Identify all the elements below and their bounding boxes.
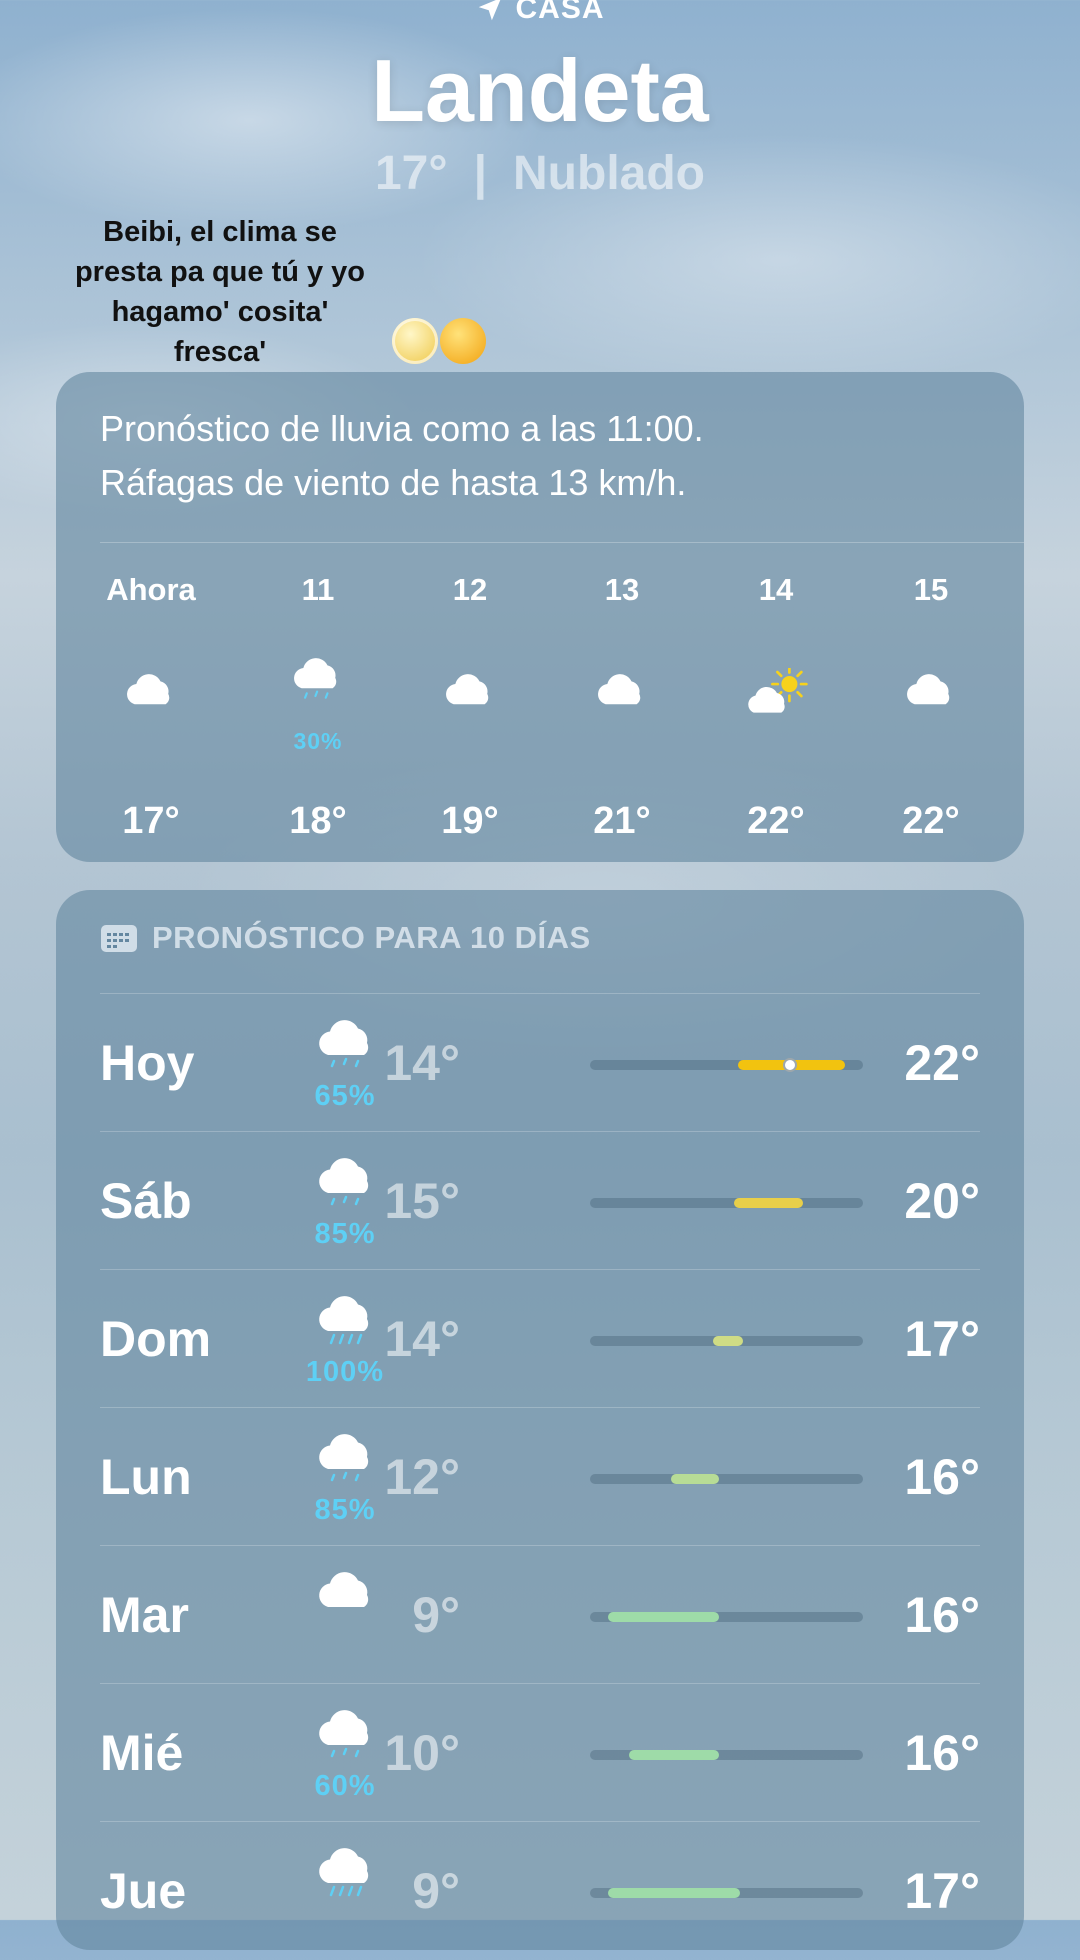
cloud-rain-icon [312,1012,382,1072]
conditions-divider: | [473,147,488,200]
day-row[interactable]: Mar 9° 16° [100,1545,980,1684]
hour-temperature: 21° [593,800,651,842]
cloud-rain-icon [312,1702,382,1762]
high-temperature: 17° [904,1863,980,1919]
hour-temperature: 22° [747,800,805,842]
low-temperature: 14° [384,1035,460,1091]
hourly-forecast-card[interactable]: Pronóstico de lluvia como a las 11:00. R… [56,372,1024,862]
temperature-range-bar [590,1336,863,1346]
high-temperature: 22° [904,1035,980,1091]
low-temperature: 14° [384,1311,460,1367]
city-name: Landeta [371,41,709,140]
day-row[interactable]: Mié 60% 10° 16° [100,1683,980,1822]
hour-column: Ahora 17° [91,572,211,842]
condition-text: Nublado [513,147,705,200]
high-temperature: 20° [904,1173,980,1229]
low-temperature: 15° [384,1173,460,1229]
forecast-summary: Pronóstico de lluvia como a las 11:00. R… [100,402,980,510]
cloud-icon [897,668,965,718]
day-label: Sáb [100,1173,192,1229]
hour-column: 11 30% 18° [258,572,378,842]
hour-label: 14 [758,572,794,607]
cloud-icon [117,668,185,718]
cloud-rain-icon [312,1150,382,1210]
day-label: Lun [100,1449,192,1505]
high-temperature: 17° [904,1311,980,1367]
hour-temperature: 19° [441,800,499,842]
high-temperature: 16° [904,1725,980,1781]
hour-label: 15 [913,572,949,607]
ten-day-forecast-card[interactable]: PRONÓSTICO PARA 10 DÍAS Hoy 65% 14° 22° … [56,890,1024,1950]
temperature-range-bar [590,1750,863,1760]
high-temperature: 16° [904,1449,980,1505]
temperature-range-fill [734,1198,803,1208]
section-header: PRONÓSTICO PARA 10 DÍAS [100,920,591,956]
temperature-range-fill [713,1336,743,1346]
temperature-range-bar [590,1058,863,1072]
low-temperature: 12° [384,1449,460,1505]
hour-label: 12 [452,572,488,607]
current-temp-dot [783,1058,797,1072]
temperature-range-fill [671,1474,719,1484]
current-conditions: 17° | Nublado [0,146,1080,201]
day-label: Dom [100,1311,212,1367]
location-arrow-icon [479,0,501,21]
cloud-icon [312,1564,382,1624]
temperature-range-bar [590,1474,863,1484]
day-row[interactable]: Dom 100% 14° 17° [100,1269,980,1408]
temperature-range-bar [590,1888,863,1898]
hour-label: Ahora [106,572,196,607]
high-temperature: 16° [904,1587,980,1643]
summary-line: Pronóstico de lluvia como a las 11:00. [100,408,704,449]
calendar-icon [101,925,137,952]
day-label: Mar [100,1587,189,1643]
cloud-rain-heavy-icon [312,1840,382,1900]
day-row[interactable]: Lun 85% 12° 16° [100,1407,980,1546]
divider [100,542,1024,543]
cloud-rain-icon [312,1426,382,1486]
current-temperature: 17° [374,147,448,200]
summary-line: Ráfagas de viento de hasta 13 km/h. [100,462,687,503]
low-temperature: 9° [412,1587,460,1643]
caption-line: Beibi, el clima se [103,216,337,248]
hour-column: 12 19° [410,572,530,842]
caption-line: presta pa que tú y yo [74,256,366,288]
day-row[interactable]: Sáb 85% 15° 20° [100,1131,980,1270]
section-title: PRONÓSTICO PARA 10 DÍAS [152,920,591,955]
cloud-rain-heavy-icon [312,1288,382,1348]
face-with-hand-over-mouth-emoji-icon [440,318,486,364]
hour-label: 13 [604,572,640,607]
cloud-sun-icon [742,665,810,718]
day-label: Hoy [100,1035,195,1091]
location-row: CASA [0,0,1080,26]
day-label: Jue [100,1863,187,1919]
hour-column: 14 22° [716,572,836,842]
emoji-group [392,318,486,364]
hour-temperature: 18° [289,800,347,842]
cloud-icon [588,668,656,718]
temperature-range-bar [590,1198,863,1208]
day-row[interactable]: Hoy 65% 14° 22° [100,993,980,1132]
hour-label: 11 [301,572,335,607]
hour-temperature: 22° [902,800,960,842]
cold-face-emoji-icon [392,318,438,364]
precip-chance: 30% [293,728,343,754]
temperature-range-fill [608,1888,740,1898]
hour-column: 13 21° [562,572,682,842]
day-row[interactable]: Jue 9° 17° [100,1821,980,1960]
caption-line: hagamo' cosita' [111,296,329,328]
temperature-range-fill [608,1612,719,1622]
hour-temperature: 17° [122,800,180,842]
location-label: CASA [515,0,605,25]
low-temperature: 10° [384,1725,460,1781]
caption-line: fresca' [173,336,267,368]
cloud-icon [436,668,504,718]
low-temperature: 9° [412,1863,460,1919]
hour-column: 15 22° [871,572,991,842]
temperature-range-fill [629,1750,719,1760]
story-caption: Beibi, el clima se presta pa que tú y yo… [40,212,400,372]
cloud-rain-icon [284,652,352,702]
day-label: Mié [100,1725,184,1781]
temperature-range-bar [590,1612,863,1622]
